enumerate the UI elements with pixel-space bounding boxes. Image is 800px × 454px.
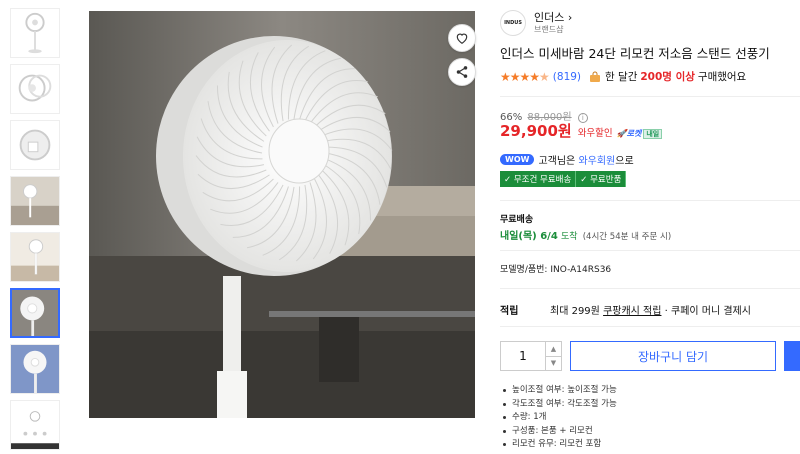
divider	[500, 200, 800, 201]
brand-subtitle: 브랜드샵	[534, 25, 564, 34]
delivery-note: (4시간 54분 내 주문 시)	[582, 232, 672, 242]
thumbnail[interactable]	[10, 8, 60, 58]
coupang-cash-link[interactable]: 쿠팡캐시 적립	[603, 302, 661, 317]
price-row: 29,900원 와우할인 🚀로켓 내일	[500, 120, 663, 141]
share-icon	[456, 66, 468, 78]
chevron-right-icon: ›	[567, 11, 573, 24]
quantity-input[interactable]	[501, 342, 545, 370]
free-shipping-tag: ✓ 무조건 무료배송	[500, 171, 577, 187]
quantity-stepper: ▲ ▼	[500, 341, 562, 371]
thumbnail-fan-image	[11, 9, 59, 57]
thumbnail-selected[interactable]	[10, 288, 60, 338]
rocket-day-badge: 내일	[643, 129, 663, 139]
thumbnail[interactable]	[10, 64, 60, 114]
add-to-cart-button[interactable]: 장바구니 담기	[570, 341, 776, 371]
model-label: 모델명/품번:	[500, 265, 548, 275]
purchase-count: 200명 이상	[640, 71, 695, 83]
thumbnail[interactable]	[10, 176, 60, 226]
wow-text-suffix: 으로	[615, 156, 634, 167]
points-prefix: 최대 299원	[550, 306, 600, 317]
divider	[500, 288, 800, 289]
chevron-up-icon[interactable]: ▲	[546, 342, 561, 356]
heart-icon	[456, 33, 468, 44]
thumbnail[interactable]	[10, 400, 60, 450]
thumbnail-list	[10, 8, 64, 454]
share-button[interactable]	[448, 58, 476, 86]
points-row: 적립 최대 299원 쿠팡캐시 적립 · 쿠페이 머니 결제시	[500, 302, 751, 317]
review-count-link[interactable]: (819)	[553, 71, 581, 83]
divider	[500, 326, 800, 327]
spec-item: 구성품: 본품 + 리모컨	[500, 425, 617, 439]
buy-now-button[interactable]	[784, 341, 800, 371]
shipping-label: 무료배송	[500, 215, 534, 225]
rocket-label: 로켓	[626, 129, 642, 138]
brand-row[interactable]: INDUS 인더스 › 브랜드샵	[500, 10, 572, 36]
wow-text-prefix: 고객님은	[538, 156, 576, 167]
divider	[500, 250, 800, 251]
thumbnail[interactable]	[10, 120, 60, 170]
thumbnail-fan-image	[11, 65, 59, 113]
rocket-delivery-badge: 🚀로켓 내일	[617, 128, 663, 139]
wow-member-row: WOW 고객님은 와우회원 으로	[500, 152, 634, 167]
chevron-down-icon[interactable]: ▼	[546, 355, 561, 370]
brand-name: 인더스	[534, 11, 565, 24]
current-price: 29,900원	[500, 122, 572, 140]
free-benefits-row: ✓ 무조건 무료배송 ✓ 무료반품	[500, 171, 627, 187]
free-return-tag: ✓ 무료반품	[576, 171, 627, 187]
star-rating[interactable]: ★★★★★	[500, 70, 550, 84]
shopping-bag-icon	[590, 71, 601, 82]
product-title: 인더스 미세바람 24단 리모컨 저소음 스탠드 선풍기	[500, 46, 770, 61]
points-label: 적립	[500, 306, 519, 317]
spec-item: 높이조절 여부: 높이조절 가능	[500, 384, 617, 398]
brand-logo: INDUS	[500, 10, 526, 36]
wow-discount-tag: 와우할인	[577, 128, 613, 139]
thumbnail-room-image	[11, 177, 59, 225]
model-value: INO-A14RS36	[550, 265, 612, 275]
spec-item: 각도조절 여부: 각도조절 가능	[500, 398, 617, 412]
rating-row: ★★★★★ (819) 한 달간 200명 이상 구매했어요	[500, 69, 746, 84]
main-product-image	[89, 11, 475, 418]
shipping-row: 내일(목) 6/4 도착 (4시간 54분 내 주문 시)	[500, 227, 671, 242]
brand-name-link[interactable]: 인더스 ›	[534, 11, 572, 24]
wishlist-button[interactable]	[448, 24, 476, 52]
wow-member-link[interactable]: 와우회원	[578, 152, 615, 167]
thumbnail-fan-image	[11, 345, 59, 393]
spec-item: 수량: 1개	[500, 411, 617, 425]
thumbnail-remote-image	[11, 401, 59, 449]
model-row: 모델명/품번: INO-A14RS36	[500, 262, 611, 275]
spec-item: 리모컨 유무: 리모컨 포함	[500, 438, 617, 452]
delivery-arrive: 도착	[560, 232, 578, 242]
thumbnail[interactable]	[10, 232, 60, 282]
thumbnail-room-image	[11, 233, 59, 281]
delivery-date: 내일(목) 6/4	[500, 231, 558, 242]
spec-list: 높이조절 여부: 높이조절 가능 각도조절 여부: 각도조절 가능 수량: 1개…	[500, 384, 617, 452]
points-suffix: · 쿠페이 머니 결제시	[664, 306, 751, 317]
thumbnail[interactable]	[10, 344, 60, 394]
thumbnail-fan-image	[12, 290, 58, 336]
fan-photo	[89, 11, 475, 418]
purchase-prefix: 한 달간	[605, 71, 638, 83]
purchase-suffix: 구매했어요	[697, 71, 747, 83]
wow-badge: WOW	[500, 154, 535, 165]
divider	[500, 96, 800, 97]
thumbnail-fan-image	[11, 121, 59, 169]
